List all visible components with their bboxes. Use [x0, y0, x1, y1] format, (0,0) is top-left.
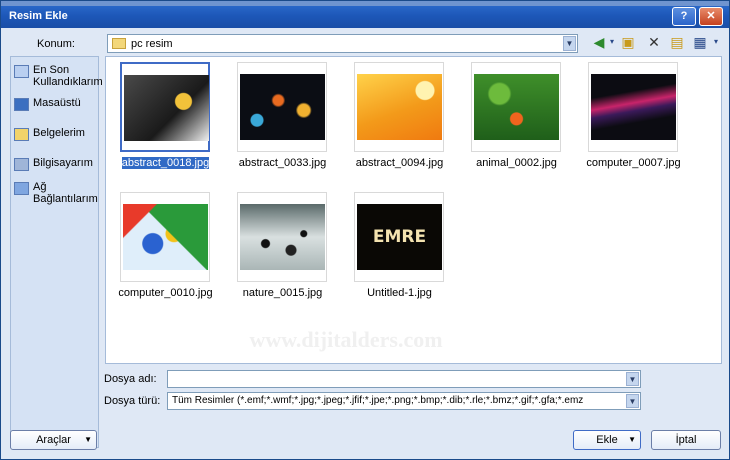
thumbnail-image [240, 74, 325, 140]
file-name: abstract_0094.jpg [355, 157, 444, 169]
insert-picture-dialog: Resim Ekle ? ✕ Konum: pc resim ▼ ◀ ▾ ▣ ✕… [0, 0, 730, 460]
insert-button[interactable]: Ekle ▼ [573, 430, 641, 450]
tools-button-label: Araçlar [36, 434, 71, 446]
file-item[interactable]: computer_0007.jpg [581, 62, 691, 172]
file-thumbnail [354, 62, 444, 152]
location-value: pc resim [131, 38, 173, 50]
computer-icon [14, 158, 29, 171]
views-dropdown-icon[interactable]: ▾ [707, 33, 725, 51]
place-label: En Son Kullandıklarım [33, 64, 103, 88]
location-combo[interactable]: pc resim ▼ [107, 34, 578, 53]
filetype-select[interactable]: Tüm Resimler (*.emf;*.wmf;*.jpg;*.jpeg;*… [167, 392, 641, 410]
folder-icon [112, 38, 126, 49]
thumbnail-image [357, 74, 442, 140]
cancel-button[interactable]: İptal [651, 430, 721, 450]
filename-dropdown-button[interactable]: ▼ [626, 372, 639, 386]
filename-label: Dosya adı: [104, 373, 157, 385]
file-item[interactable]: nature_0015.jpg [230, 192, 340, 302]
filetype-label: Dosya türü: [104, 395, 161, 407]
documents-icon [14, 128, 29, 141]
file-name: abstract_0033.jpg [238, 157, 327, 169]
title-bar-top-strip [1, 1, 729, 6]
file-item[interactable]: EMRE Untitled-1.jpg [347, 192, 457, 302]
file-thumbnail [237, 192, 327, 282]
file-item[interactable]: computer_0010.jpg [113, 192, 223, 302]
place-label: Bilgisayarım [33, 157, 93, 169]
place-label: Belgelerim [33, 127, 85, 139]
location-label: Konum: [37, 38, 75, 50]
place-label: Ağ Bağlantılarım [33, 181, 98, 205]
thumbnail-image: EMRE [357, 204, 442, 270]
file-name: abstract_0018.jpg [121, 157, 210, 169]
file-thumbnail [120, 192, 210, 282]
delete-icon[interactable]: ✕ [645, 33, 663, 51]
filename-input[interactable]: ▼ [167, 370, 641, 388]
places-bar: En Son Kullandıklarım Masaüstü Belgeleri… [10, 56, 103, 448]
file-name: computer_0010.jpg [118, 287, 213, 299]
thumbnail-image [240, 204, 325, 270]
file-name: animal_0002.jpg [476, 157, 557, 169]
filetype-value: Tüm Resimler (*.emf;*.wmf;*.jpg;*.jpeg;*… [172, 395, 584, 406]
thumbnail-image [591, 74, 676, 140]
recent-icon [14, 65, 29, 78]
window-title: Resim Ekle [9, 10, 68, 22]
desktop-icon [14, 98, 29, 111]
filetype-dropdown-button[interactable]: ▼ [626, 394, 639, 408]
file-thumbnail [471, 62, 561, 152]
thumbnail-image [124, 75, 209, 141]
file-item[interactable]: abstract_0094.jpg [347, 62, 457, 172]
thumbnail-image [474, 74, 559, 140]
file-item[interactable]: abstract_0033.jpg [230, 62, 340, 172]
file-thumbnail: EMRE [354, 192, 444, 282]
insert-button-label: Ekle [596, 434, 618, 446]
file-thumbnail [120, 62, 210, 152]
new-folder-icon[interactable]: ▤ [668, 33, 686, 51]
file-list[interactable]: www.dijitalders.com abstract_0018.jpg ab… [105, 56, 722, 364]
file-item[interactable]: abstract_0018.jpg [113, 62, 223, 172]
file-name: computer_0007.jpg [586, 157, 681, 169]
thumbnail-image [123, 204, 208, 270]
file-thumbnail [237, 62, 327, 152]
file-item[interactable]: animal_0002.jpg [464, 62, 574, 172]
tools-dropdown-icon: ▼ [84, 435, 92, 444]
tools-button[interactable]: Araçlar ▼ [10, 430, 97, 450]
close-button[interactable]: ✕ [699, 7, 723, 26]
insert-dropdown-icon: ▼ [628, 435, 636, 444]
up-folder-icon[interactable]: ▣ [619, 33, 637, 51]
watermark: www.dijitalders.com [249, 327, 443, 352]
file-name: nature_0015.jpg [242, 287, 323, 299]
title-bar[interactable]: Resim Ekle ? ✕ [1, 1, 729, 28]
help-button[interactable]: ? [672, 7, 696, 26]
file-name: Untitled-1.jpg [367, 287, 432, 299]
network-icon [14, 182, 29, 195]
file-thumbnail [588, 62, 678, 152]
place-label: Masaüstü [33, 97, 81, 109]
location-dropdown-button[interactable]: ▼ [563, 36, 576, 51]
